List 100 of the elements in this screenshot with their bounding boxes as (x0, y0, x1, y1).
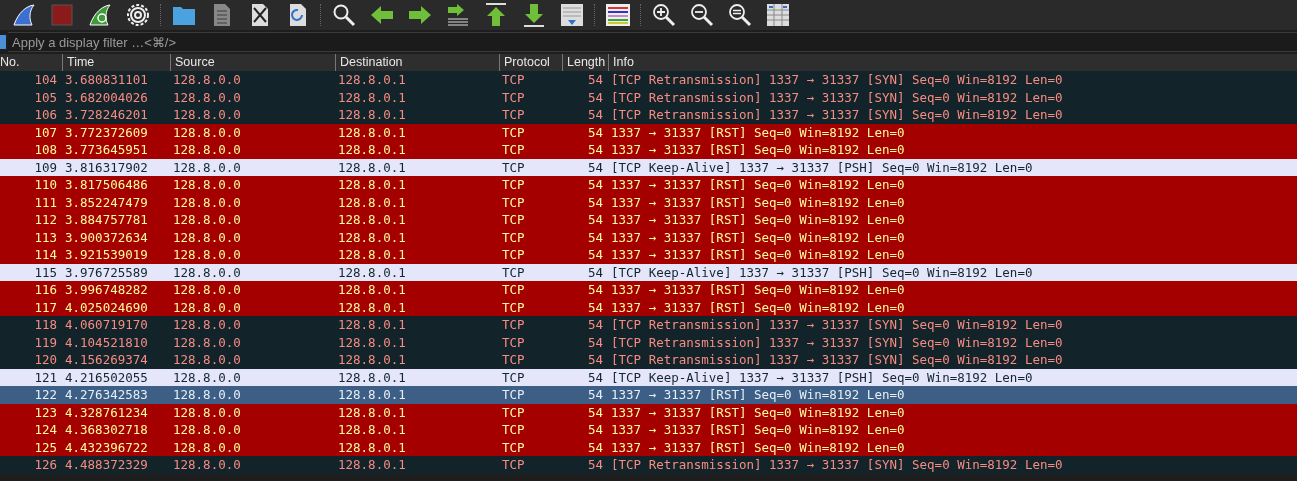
table-cell-text: 114 (33, 246, 58, 264)
table-cell-text: 123 (33, 403, 58, 421)
table-cell-text: 1337 → 31337 [RST] Seq=0 Win=8192 Len=0 (610, 123, 906, 141)
table-cell-text: 4.432396722 (64, 438, 149, 456)
table-cell-text: [TCP Retransmission] 1337 → 31337 [SYN] Seq=0 Win=8192 Len=0 (610, 71, 1064, 89)
table-cell-text: TCP (501, 456, 526, 474)
table-cell-text: 128.8.0.1 (337, 106, 407, 124)
table-cell-text: 113 (33, 228, 58, 246)
packet-row[interactable]: 106 3.728246201 128.8.0.0 128.8.0.1 TCP 54 [TCP Retransmission] 1337 → 31337 [SYN] Seq=0 Win=8192 Len=0 (0, 106, 1297, 124)
table-cell-text: 3.852247479 (64, 193, 149, 211)
table-cell-text: 4.025024690 (64, 298, 149, 316)
table-cell-text: [TCP Retransmission] 1337 → 31337 [SYN] Seq=0 Win=8192 Len=0 (610, 351, 1064, 369)
table-cell-text: 4.104521810 (64, 333, 149, 351)
right-arrow-icon[interactable] (408, 3, 432, 27)
column-header[interactable]: No. (0, 54, 62, 71)
table-cell-text: 3.900372634 (64, 228, 149, 246)
table-cell-text: TCP (501, 281, 526, 299)
table-cell-text: 128.8.0.0 (172, 193, 242, 211)
table-cell-text: 128.8.0.1 (337, 193, 407, 211)
packet-row[interactable]: 118 4.060719170 128.8.0.0 128.8.0.1 TCP 54 [TCP Retransmission] 1337 → 31337 [SYN] Seq=0 Win=8192 Len=0 (0, 316, 1297, 334)
table-cell-text: 4.216502055 (64, 368, 149, 386)
left-arrow-icon[interactable] (370, 3, 394, 27)
packet-row[interactable]: 104 3.680831101 128.8.0.0 128.8.0.1 TCP 54 [TCP Retransmission] 1337 → 31337 [SYN] Seq=0 Win=8192 Len=0 (0, 71, 1297, 89)
table-cell-text: 115 (33, 263, 58, 281)
table-cell-text: 3.976725589 (64, 263, 149, 281)
shark-fin-icon[interactable] (12, 3, 36, 27)
table-cell-text: 54 (586, 316, 604, 334)
packet-row[interactable]: 114 3.921539019 128.8.0.0 128.8.0.1 TCP 54 1337 → 31337 [RST] Seq=0 Win=8192 Len=0 (0, 246, 1297, 264)
table-cell-text: 128.8.0.0 (172, 351, 242, 369)
zoom-out-icon[interactable] (690, 3, 714, 27)
table-cell-text: 54 (586, 88, 604, 106)
down-arrow-icon[interactable] (522, 3, 546, 27)
table-cell-text: 54 (586, 211, 604, 229)
table-cell-text: [TCP Keep-Alive] 1337 → 31337 [PSH] Seq=0 Win=8192 Len=0 (610, 368, 1034, 386)
table-cell-text: 3.773645951 (64, 141, 149, 159)
up-arrow-icon[interactable] (484, 3, 508, 27)
table-cell-text: 126 (33, 456, 58, 474)
display-filter-field[interactable]: Apply a display filter …<⌘/> (8, 32, 1297, 52)
table-cell-text: TCP (501, 71, 526, 89)
table-cell-text: 128.8.0.0 (172, 228, 242, 246)
table-cell-text: 128.8.0.1 (337, 123, 407, 141)
table-cell-text: 107 (33, 123, 58, 141)
zoom-reset-icon[interactable] (728, 3, 752, 27)
search-icon[interactable] (332, 3, 356, 27)
table-cell-text: 54 (586, 421, 604, 439)
table-cell-text: 1337 → 31337 [RST] Seq=0 Win=8192 Len=0 (610, 403, 906, 421)
table-cell-text: TCP (501, 298, 526, 316)
settings-icon[interactable] (126, 3, 150, 27)
table-cell-text: 128.8.0.1 (337, 386, 407, 404)
packet-row[interactable]: 116 3.996748282 128.8.0.0 128.8.0.1 TCP 54 1337 → 31337 [RST] Seq=0 Win=8192 Len=0 (0, 281, 1297, 299)
table-cell-text: 128.8.0.1 (337, 298, 407, 316)
table-cell-text: [TCP Retransmission] 1337 → 31337 [SYN] Seq=0 Win=8192 Len=0 (610, 106, 1064, 124)
jump-arrow-icon[interactable] (446, 3, 470, 27)
packet-row[interactable]: 110 3.817506486 128.8.0.0 128.8.0.1 TCP 54 1337 → 31337 [RST] Seq=0 Win=8192 Len=0 (0, 176, 1297, 194)
table-cell-text: 3.682004026 (64, 88, 149, 106)
table-cell-text: TCP (501, 176, 526, 194)
scroll-down-icon[interactable] (560, 3, 584, 27)
packet-row[interactable]: 124 4.368302718 128.8.0.0 128.8.0.1 TCP 54 1337 → 31337 [RST] Seq=0 Win=8192 Len=0 (0, 421, 1297, 439)
table-cell-text: 54 (586, 263, 604, 281)
packet-row[interactable]: 122 4.276342583 128.8.0.0 128.8.0.1 TCP 54 1337 → 31337 [RST] Seq=0 Win=8192 Len=0 (0, 386, 1297, 404)
table-cell-text: 128.8.0.1 (337, 333, 407, 351)
table-cell-text: 128.8.0.0 (172, 88, 242, 106)
packet-row[interactable]: 112 3.884757781 128.8.0.0 128.8.0.1 TCP 54 1337 → 31337 [RST] Seq=0 Win=8192 Len=0 (0, 211, 1297, 229)
table-cell-text: 54 (586, 246, 604, 264)
table-cell-text: 1337 → 31337 [RST] Seq=0 Win=8192 Len=0 (610, 193, 906, 211)
table-cell-text: 54 (586, 386, 604, 404)
table-cell-text: 119 (33, 333, 58, 351)
table-cell-text: 128.8.0.0 (172, 281, 242, 299)
table-cell-text: [TCP Keep-Alive] 1337 → 31337 [PSH] Seq=0 Win=8192 Len=0 (610, 263, 1034, 281)
table-cell-text: 128.8.0.1 (337, 281, 407, 299)
table-cell-text: 54 (586, 438, 604, 456)
table-cell-text: 3.680831101 (64, 71, 149, 89)
table-cell-text: 54 (586, 351, 604, 369)
table-cell-text: 1337 → 31337 [RST] Seq=0 Win=8192 Len=0 (610, 141, 906, 159)
table-cell-text: 128.8.0.1 (337, 316, 407, 334)
zoom-in-icon[interactable] (652, 3, 676, 27)
table-cell-text: TCP (501, 211, 526, 229)
table-cell-text: 128.8.0.0 (172, 176, 242, 194)
table-cell-text: TCP (501, 246, 526, 264)
table-cell-text: 128.8.0.0 (172, 298, 242, 316)
packet-row[interactable]: 126 4.488372329 128.8.0.0 128.8.0.1 TCP 54 [TCP Retransmission] 1337 → 31337 [SYN] Seq=0 Win=8192 Len=0 (0, 456, 1297, 474)
table-cell-text: 124 (33, 421, 58, 439)
table-cell-text: TCP (501, 386, 526, 404)
table-cell-text: 128.8.0.1 (337, 211, 407, 229)
table-cell-text: TCP (501, 158, 526, 176)
table-cell-text: TCP (501, 106, 526, 124)
table-cell-text: [TCP Retransmission] 1337 → 31337 [SYN] Seq=0 Win=8192 Len=0 (610, 88, 1064, 106)
table-cell-text: 108 (33, 141, 58, 159)
table-cell-text: TCP (501, 193, 526, 211)
color-lines-icon[interactable] (606, 3, 630, 27)
table-cell-text: 128.8.0.0 (172, 263, 242, 281)
table-cell-text: 128.8.0.0 (172, 403, 242, 421)
table-cell-text: 1337 → 31337 [RST] Seq=0 Win=8192 Len=0 (610, 386, 906, 404)
packet-row[interactable]: 120 4.156269374 128.8.0.0 128.8.0.1 TCP 54 [TCP Retransmission] 1337 → 31337 [SYN] Seq=0 Win=8192 Len=0 (0, 351, 1297, 369)
table-cell-text: 1337 → 31337 [RST] Seq=0 Win=8192 Len=0 (610, 176, 906, 194)
reload-fin-icon[interactable] (88, 3, 112, 27)
table-cell-text: 105 (33, 88, 58, 106)
columns-icon[interactable] (766, 3, 790, 27)
packet-row[interactable]: 108 3.773645951 128.8.0.0 128.8.0.1 TCP 54 1337 → 31337 [RST] Seq=0 Win=8192 Len=0 (0, 141, 1297, 159)
table-cell-text: 1337 → 31337 [RST] Seq=0 Win=8192 Len=0 (610, 298, 906, 316)
